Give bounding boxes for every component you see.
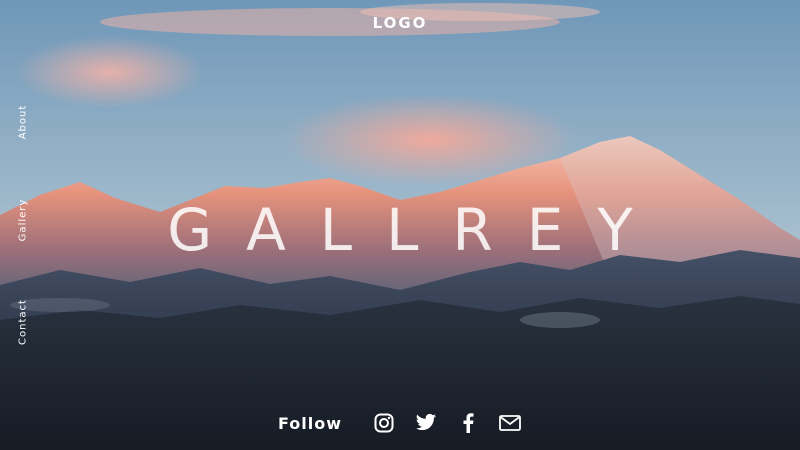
instagram-link[interactable] [372, 411, 396, 435]
follow-label: Follow [277, 413, 342, 433]
social-links [372, 411, 522, 435]
mail-link[interactable] [498, 411, 522, 435]
instagram-icon [374, 413, 394, 433]
twitter-icon [415, 413, 437, 431]
logo[interactable]: LOGO [0, 14, 800, 32]
nav-link-about[interactable]: About [18, 105, 29, 140]
facebook-icon [463, 413, 474, 433]
facebook-link[interactable] [456, 411, 480, 435]
nav-link-contact[interactable]: Contact [18, 299, 29, 345]
mail-icon [499, 415, 521, 431]
footer: Follow [0, 406, 800, 440]
hero-title: GALLREY [167, 196, 667, 264]
twitter-link[interactable] [414, 411, 438, 435]
